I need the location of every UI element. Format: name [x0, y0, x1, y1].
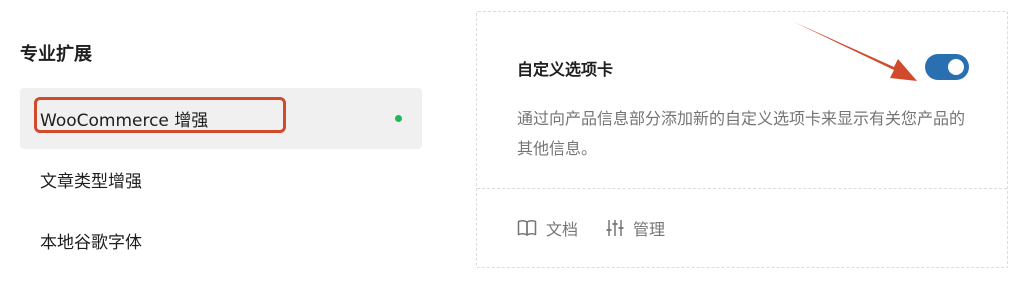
custom-tabs-toggle[interactable] — [925, 54, 969, 80]
section-title: 专业扩展 — [20, 44, 92, 65]
nav-item-label: 文章类型增强 — [40, 172, 142, 192]
nav-item-local-google-fonts[interactable]: 本地谷歌字体 — [20, 210, 422, 271]
nav-item-label: 本地谷歌字体 — [40, 233, 142, 253]
card-footer: 文档 管理 — [517, 216, 665, 240]
annotation-highlight-box — [34, 97, 286, 133]
extensions-page: 专业扩展 WooCommerce 增强 文章类型增强 本地谷歌字体 自定义选项卡… — [0, 0, 1024, 296]
toggle-knob — [948, 59, 964, 75]
enabled-status-dot — [395, 115, 402, 122]
docs-link[interactable]: 文档 — [517, 216, 578, 240]
nav-item-post-types[interactable]: 文章类型增强 — [20, 149, 422, 210]
card-description: 通过向产品信息部分添加新的自定义选项卡来显示有关您产品的其他信息。 — [517, 109, 966, 158]
card-divider — [477, 188, 1007, 189]
sliders-icon — [606, 220, 624, 236]
book-icon — [517, 220, 537, 236]
manage-link[interactable]: 管理 — [606, 216, 665, 240]
card-title: 自定义选项卡 — [517, 60, 614, 79]
manage-link-label: 管理 — [633, 220, 666, 239]
docs-link-label: 文档 — [546, 220, 579, 239]
custom-tabs-card: 自定义选项卡 通过向产品信息部分添加新的自定义选项卡来显示有关您产品的其他信息。… — [476, 11, 1008, 268]
